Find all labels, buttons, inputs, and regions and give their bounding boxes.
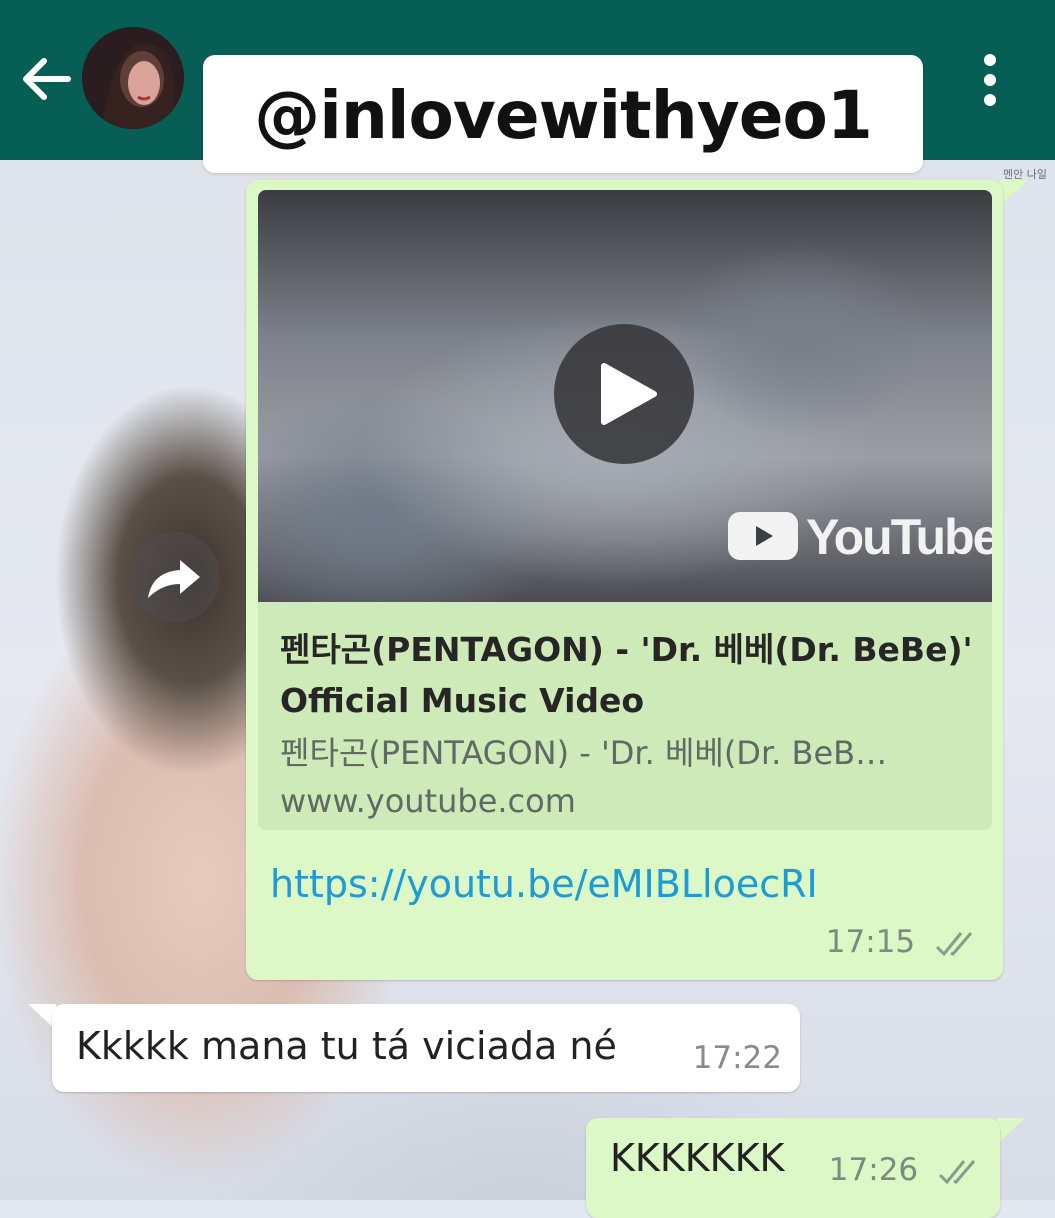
message-meta: 17:26 [829,1152,984,1188]
menu-button[interactable] [972,52,1010,110]
message-bubble-outgoing[interactable]: KKKKKKK 17:26 [586,1118,1000,1218]
message-text: KKKKKKK [610,1136,785,1180]
preview-domain: www.youtube.com [280,782,576,820]
preview-description: 펜타곤(PENTAGON) - 'Dr. 베베(Dr. BeB… [280,734,888,772]
youtube-logo: YouTube [728,508,992,568]
handle-text: @inlovewithyeo1 [254,77,873,154]
double-tick-icon [938,1159,976,1184]
message-time: 17:22 [692,1040,782,1076]
video-thumbnail[interactable]: YouTube [258,190,992,602]
forward-icon [148,560,200,598]
bubble-tail [1000,180,1028,206]
play-button[interactable] [554,324,694,464]
message-time: 17:26 [828,1152,919,1188]
youtube-wordmark: YouTube [806,509,992,565]
double-tick-icon [935,931,973,956]
back-button[interactable] [18,52,76,106]
message-bubble-outgoing[interactable]: YouTube 펜타곤(PENTAGON) - 'Dr. 베베(Dr. BeBe… [246,180,1003,980]
contact-avatar[interactable] [82,27,184,129]
arrow-left-icon [23,58,71,100]
message-link[interactable]: https://youtu.be/eMIBLloecRI [270,862,818,906]
message-bubble-incoming[interactable]: Kkkkk mana tu tá viciada né 17:22 [52,1004,800,1092]
youtube-play-mark [728,512,798,560]
bubble-tail [997,1118,1025,1144]
watermark-handle: @inlovewithyeo1 [203,55,923,173]
avatar-photo [82,27,184,129]
forward-button[interactable] [130,532,220,622]
link-preview-details[interactable]: 펜타곤(PENTAGON) - 'Dr. 베베(Dr. BeBe)' Offic… [258,602,992,830]
play-icon [601,363,657,425]
preview-title: 펜타곤(PENTAGON) - 'Dr. 베베(Dr. BeBe)' Offic… [280,630,973,720]
message-time: 17:15 [825,924,916,960]
message-text: Kkkkk mana tu tá viciada né [76,1024,617,1068]
message-meta: 17:15 [826,924,981,960]
